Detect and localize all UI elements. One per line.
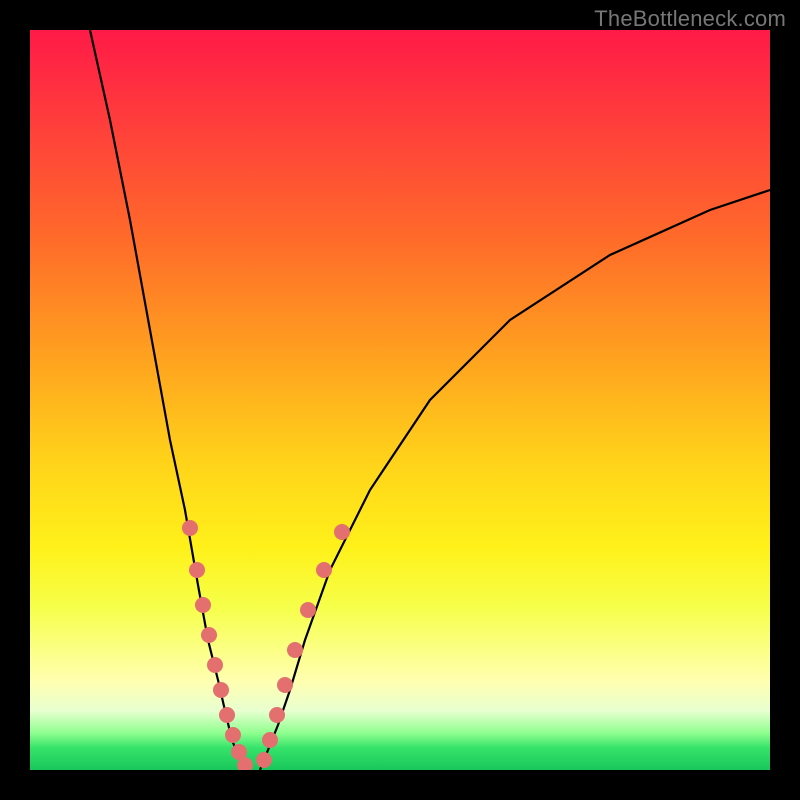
data-bead [182, 520, 198, 536]
data-bead [287, 642, 303, 658]
curve-layer [30, 30, 770, 770]
watermark-text: TheBottleneck.com [594, 6, 786, 32]
data-bead [300, 602, 316, 618]
data-bead [269, 707, 285, 723]
data-bead [256, 752, 272, 768]
chart-frame: TheBottleneck.com [0, 0, 800, 800]
plot-area [30, 30, 770, 770]
data-beads [182, 520, 350, 770]
left-curve [90, 30, 250, 770]
data-bead [189, 562, 205, 578]
right-curve [260, 190, 770, 770]
data-bead [207, 657, 223, 673]
data-bead [334, 524, 350, 540]
data-bead [213, 682, 229, 698]
data-bead [195, 597, 211, 613]
data-bead [219, 707, 235, 723]
data-bead [316, 562, 332, 578]
data-bead [277, 677, 293, 693]
data-bead [201, 627, 217, 643]
data-bead [262, 732, 278, 748]
data-bead [225, 727, 241, 743]
